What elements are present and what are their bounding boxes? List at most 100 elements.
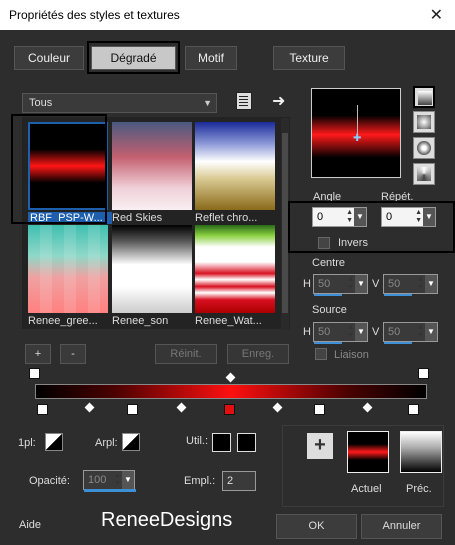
cancel-button[interactable]: Annuler xyxy=(361,514,442,539)
angle-needle[interactable] xyxy=(357,105,358,135)
value-bar xyxy=(314,342,342,344)
value-bar xyxy=(384,342,412,344)
chevron-down-icon: ▼ xyxy=(203,98,212,108)
gradient-thumb[interactable]: Renee_Wat... xyxy=(195,225,275,327)
tab-highlight-frame xyxy=(87,41,180,74)
color-stop-marker-selected[interactable] xyxy=(224,404,235,415)
spin-arrows-icon[interactable]: ▲ ▼ xyxy=(417,276,424,292)
gradient-swatch xyxy=(112,225,192,313)
gradient-label: Reflet chro... xyxy=(195,212,258,224)
previous-gradient-swatch[interactable] xyxy=(400,431,442,473)
link-label: Liaison xyxy=(334,349,369,361)
tab-texture[interactable]: Texture xyxy=(273,46,345,70)
spin-arrows-icon[interactable]: ▲ ▼ xyxy=(417,324,424,340)
user-color-label: Util.: xyxy=(186,435,208,447)
gradient-editor-bar[interactable] xyxy=(35,384,427,399)
gradient-label: Red Skies xyxy=(112,212,163,224)
center-crosshair-icon[interactable]: ✚ xyxy=(353,133,361,144)
category-dropdown[interactable]: Tous ▼ xyxy=(22,93,217,113)
rectangular-style-button[interactable] xyxy=(413,111,435,133)
background-color-icon[interactable] xyxy=(122,433,140,451)
reset-button[interactable]: Réinit. xyxy=(155,344,217,364)
invert-label: Invers xyxy=(338,237,368,249)
opacity-fill-bar xyxy=(84,489,136,492)
spin-arrows-icon[interactable]: ▲ ▼ xyxy=(347,324,354,340)
foreground-color-icon[interactable] xyxy=(45,433,63,451)
remove-gradient-button[interactable]: - xyxy=(60,344,86,364)
color-stop-marker[interactable] xyxy=(127,404,138,415)
value-bar xyxy=(384,294,412,296)
dialog-title: Propriétés des styles et textures xyxy=(9,8,180,22)
title-bar: Propriétés des styles et textures ✕ xyxy=(0,0,455,30)
location-input[interactable]: 2 xyxy=(222,471,256,491)
gradient-thumb[interactable]: Reflet chro... xyxy=(195,122,275,224)
watermark-text: ReneeDesigns xyxy=(101,509,233,531)
sunburst-style-button[interactable] xyxy=(413,163,435,185)
opacity-label: Opacité: xyxy=(29,475,70,487)
gradient-preview[interactable]: ✚ xyxy=(311,88,401,178)
add-gradient-button[interactable]: + xyxy=(25,344,51,364)
sunburst-gradient-icon xyxy=(417,167,431,181)
center-label: Centre xyxy=(312,257,346,269)
ok-button[interactable]: OK xyxy=(276,514,357,539)
source-h-input[interactable]: 50 ▲ ▼ ▼ xyxy=(313,322,368,344)
color-stop-marker[interactable] xyxy=(37,404,48,415)
opacity-stop-marker[interactable] xyxy=(29,368,40,379)
chevron-down-icon[interactable]: ▼ xyxy=(355,323,367,341)
invert-checkbox[interactable] xyxy=(318,237,330,249)
linear-style-button[interactable] xyxy=(413,86,435,108)
source-label: Source xyxy=(312,304,347,316)
center-v-label: V xyxy=(372,278,380,290)
linear-gradient-icon xyxy=(418,91,432,105)
center-v-input[interactable]: 50 ▲ ▼ ▼ xyxy=(383,274,438,296)
color-stop-marker[interactable] xyxy=(408,404,419,415)
angle-repeat-frame xyxy=(288,201,455,253)
user-color-swatch[interactable] xyxy=(212,433,231,452)
chevron-down-icon[interactable]: ▼ xyxy=(425,323,437,341)
value-bar xyxy=(314,294,342,296)
spin-arrows-icon[interactable]: ▲ ▼ xyxy=(114,472,121,488)
current-gradient-swatch[interactable] xyxy=(347,431,389,473)
opacity-stop-marker[interactable] xyxy=(418,368,429,379)
selected-thumb-frame xyxy=(11,114,107,224)
gradient-thumb[interactable]: Renee_son xyxy=(112,225,192,327)
opacity-input[interactable]: 100 ▲ ▼ ▼ xyxy=(83,470,136,492)
gradient-thumb[interactable]: Red Skies xyxy=(112,122,192,224)
tab-couleur[interactable]: Couleur xyxy=(14,46,84,70)
chevron-down-icon[interactable]: ▼ xyxy=(122,471,134,489)
source-v-input[interactable]: 50 ▲ ▼ ▼ xyxy=(383,322,438,344)
source-h-label: H xyxy=(303,326,311,338)
gradient-swatch xyxy=(195,122,275,210)
rectangular-gradient-icon xyxy=(417,115,431,129)
gradient-label: Renee_Wat... xyxy=(195,315,262,327)
link-checkbox[interactable] xyxy=(315,348,327,360)
save-gradient-button[interactable]: Enreg. xyxy=(227,344,289,364)
close-icon[interactable]: ✕ xyxy=(430,5,443,25)
gradient-thumb[interactable]: Renee_gree... xyxy=(28,225,108,327)
chevron-down-icon[interactable]: ▼ xyxy=(355,275,367,293)
first-plane-label: 1pl: xyxy=(18,437,36,449)
gradient-label: Renee_gree... xyxy=(28,315,98,327)
color-stop-marker[interactable] xyxy=(314,404,325,415)
category-value: Tous xyxy=(29,97,53,109)
center-h-input[interactable]: 50 ▲ ▼ ▼ xyxy=(313,274,368,296)
gradient-swatch xyxy=(112,122,192,210)
gradient-label: Renee_son xyxy=(112,315,169,327)
arrow-right-icon[interactable]: ➜ xyxy=(272,91,285,111)
user-color-swatch[interactable] xyxy=(237,433,256,452)
previous-label: Préc. xyxy=(406,483,432,495)
add-swatch-button[interactable]: + xyxy=(307,433,333,459)
source-v-label: V xyxy=(372,326,380,338)
current-label: Actuel xyxy=(351,483,382,495)
spin-arrows-icon[interactable]: ▲ ▼ xyxy=(347,276,354,292)
location-label: Empl.: xyxy=(184,475,216,487)
tab-motif[interactable]: Motif xyxy=(185,46,237,70)
radial-gradient-icon xyxy=(417,141,431,155)
gradient-swatch xyxy=(28,225,108,313)
chevron-down-icon[interactable]: ▼ xyxy=(425,275,437,293)
radial-style-button[interactable] xyxy=(413,137,435,159)
library-menu-icon[interactable] xyxy=(236,92,252,110)
background-plane-label: Arpl: xyxy=(95,437,118,449)
gradient-swatch xyxy=(195,225,275,313)
help-link[interactable]: Aide xyxy=(19,519,41,531)
